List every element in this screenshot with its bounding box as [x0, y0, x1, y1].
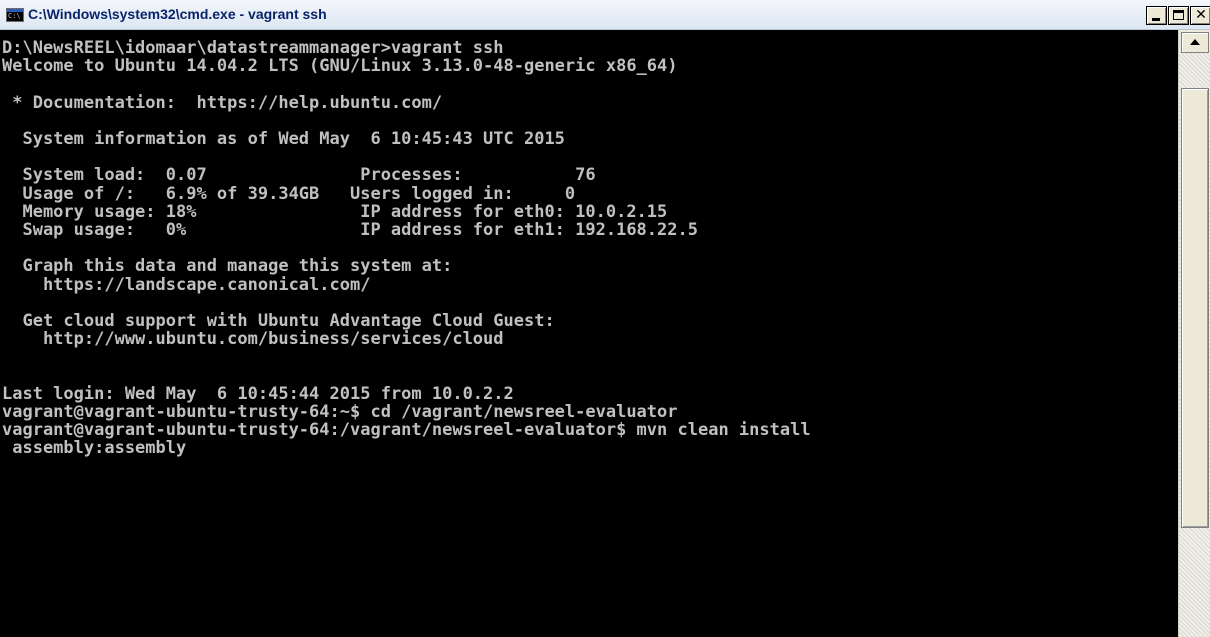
console-line: Swap usage: 0% IP address for eth1: 192.…: [2, 220, 698, 241]
console-line: http://www.ubuntu.com/business/services/…: [2, 329, 504, 350]
console-line: System information as of Wed May 6 10:45…: [2, 129, 565, 150]
vertical-scrollbar[interactable]: [1178, 30, 1210, 637]
cmd-app-icon[interactable]: C:\: [6, 8, 24, 22]
scroll-up-button[interactable]: [1181, 32, 1209, 53]
console-line: Welcome to Ubuntu 14.04.2 LTS (GNU/Linux…: [2, 56, 678, 77]
console-line: Last login: Wed May 6 10:45:44 2015 from…: [2, 383, 514, 404]
close-icon: ✕: [1195, 7, 1207, 23]
window-title: C:\Windows\system32\cmd.exe - vagrant ss…: [28, 6, 327, 22]
console-line: assembly:assembly: [2, 438, 187, 459]
console-output-area[interactable]: D:\NewsREEL\idomaar\datastreammanager>va…: [0, 30, 1178, 637]
icon-prompt-text: C:\: [8, 12, 21, 20]
console-line: D:\NewsREEL\idomaar\datastreammanager>va…: [2, 38, 504, 58]
scrollbar-thumb[interactable]: [1181, 88, 1209, 528]
console-line: Get cloud support with Ubuntu Advantage …: [2, 311, 555, 332]
minimize-icon: [1152, 18, 1160, 21]
console-line: vagrant@vagrant-ubuntu-trusty-64:/vagran…: [2, 420, 811, 441]
console-line: System load: 0.07 Processes: 76: [2, 165, 596, 186]
console-text: D:\NewsREEL\idomaar\datastreammanager>va…: [0, 30, 1178, 458]
maximize-icon: [1173, 10, 1184, 20]
console-line: Usage of /: 6.9% of 39.34GB Users logged…: [2, 183, 576, 204]
title-bar[interactable]: C:\ C:\Windows\system32\cmd.exe - vagran…: [0, 0, 1210, 30]
console-line: * Documentation: https://help.ubuntu.com…: [2, 92, 443, 113]
console-line: https://landscape.canonical.com/: [2, 274, 371, 295]
console-line: vagrant@vagrant-ubuntu-trusty-64:~$ cd /…: [2, 402, 678, 423]
cmd-window: C:\ C:\Windows\system32\cmd.exe - vagran…: [0, 0, 1210, 637]
console-line: Graph this data and manage this system a…: [2, 256, 453, 277]
maximize-button[interactable]: [1168, 6, 1189, 25]
minimize-button[interactable]: [1146, 6, 1167, 25]
up-arrow-icon: [1190, 39, 1200, 45]
close-button[interactable]: ✕: [1190, 6, 1210, 25]
console-line: Memory usage: 18% IP address for eth0: 1…: [2, 201, 668, 222]
